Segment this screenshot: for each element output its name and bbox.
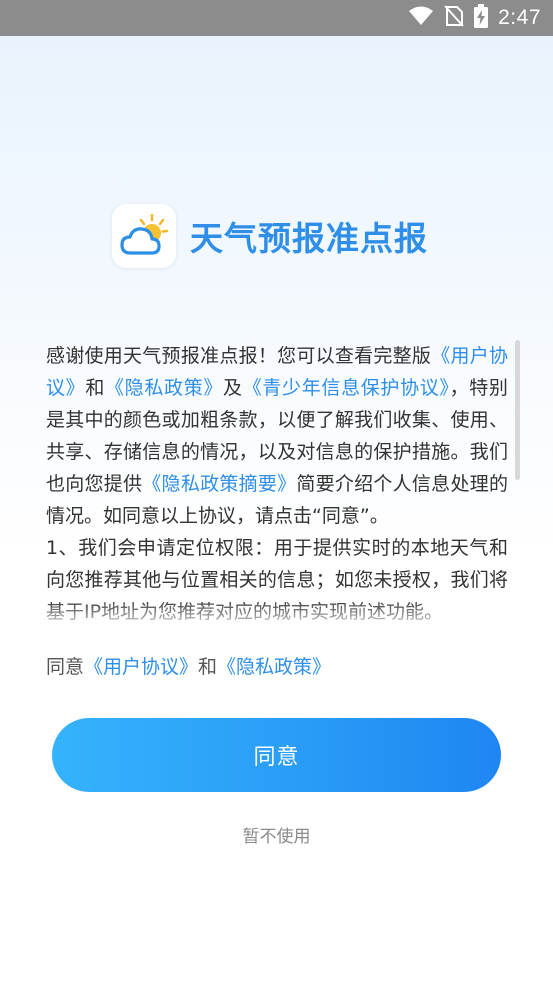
agreement-text[interactable]: 感谢使用天气预报准点报！您可以查看完整版《用户协议》和《隐私政策》及《青少年信息… xyxy=(46,340,508,630)
text-fade xyxy=(46,600,508,630)
privacy-summary-link[interactable]: 《隐私政策摘要》 xyxy=(142,473,296,495)
agreement-paragraph-1: 感谢使用天气预报准点报！您可以查看完整版《用户协议》和《隐私政策》及《青少年信息… xyxy=(46,340,508,532)
battery-charging-icon xyxy=(474,4,489,32)
agree-button[interactable]: 同意 xyxy=(52,718,501,792)
agree-line-and: 和 xyxy=(198,656,218,678)
agreement-text-2: 和 xyxy=(85,377,106,399)
scrollbar[interactable] xyxy=(515,340,520,480)
minor-protection-link[interactable]: 《青少年信息保护协议》 xyxy=(243,377,450,399)
sun-cloud-icon xyxy=(112,204,176,268)
no-sim-icon xyxy=(444,4,464,32)
agree-line-prefix: 同意 xyxy=(46,656,85,678)
agreement-text-1: 感谢使用天气预报准点报！您可以查看完整版 xyxy=(46,345,432,367)
agree-privacy-policy-link[interactable]: 《隐私政策》 xyxy=(217,656,331,678)
status-bar: 2:47 xyxy=(0,0,553,36)
agree-user-agreement-link[interactable]: 《用户协议》 xyxy=(84,656,198,678)
decline-button[interactable]: 暂不使用 xyxy=(0,822,553,847)
wifi-icon xyxy=(408,5,434,31)
app-logo: 天气预报准点报 xyxy=(112,204,428,268)
status-time: 2:47 xyxy=(498,6,541,29)
privacy-policy-link[interactable]: 《隐私政策》 xyxy=(105,377,223,399)
agree-line: 同意《用户协议》和《隐私政策》 xyxy=(46,652,331,679)
agreement-text-3: 及 xyxy=(223,377,243,399)
status-icons: 2:47 xyxy=(408,0,541,36)
app-title: 天气预报准点报 xyxy=(190,219,428,258)
